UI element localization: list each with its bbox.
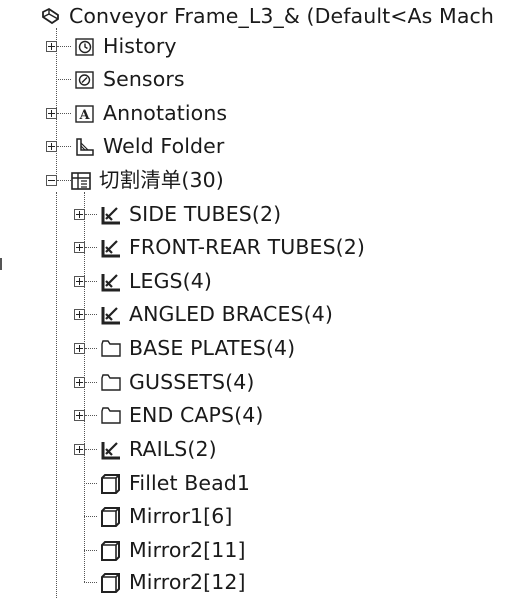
cut-list-item-mirror1-6[interactable]: Mirror1[6]: [74, 500, 232, 533]
body-icon: [100, 506, 122, 528]
tree-item-label: Mirror1[6]: [129, 504, 233, 528]
cut-list-item-mirror2-11[interactable]: Mirror2[11]: [74, 534, 246, 567]
panel-edge-mark: [0, 258, 2, 270]
expand-toggle[interactable]: [46, 41, 57, 52]
tree-root-item[interactable]: Conveyor Frame_L3_& (Default<As Mach: [40, 0, 494, 33]
cut-list-item-rails[interactable]: RAILS(2): [74, 433, 217, 466]
tree-root-label: Conveyor Frame_L3_& (Default<As Mach: [69, 4, 494, 28]
expand-toggle[interactable]: [74, 276, 85, 287]
tree-item-label: Sensors: [103, 67, 185, 91]
expand-toggle[interactable]: [74, 410, 85, 421]
tree-item-label: GUSSETS(4): [129, 370, 255, 394]
structural-member-icon: [100, 271, 122, 293]
cut-list-icon: [70, 170, 92, 192]
part-icon: [40, 6, 62, 28]
body-icon: [100, 572, 122, 594]
body-icon: [100, 540, 122, 562]
expand-toggle[interactable]: [46, 141, 57, 152]
feature-manager-tree: Conveyor Frame_L3_& (Default<As Mach His…: [0, 0, 526, 598]
cut-list-item-legs[interactable]: LEGS(4): [74, 265, 212, 298]
structural-member-icon: [100, 304, 122, 326]
expand-toggle[interactable]: [74, 377, 85, 388]
structural-member-icon: [100, 439, 122, 461]
history-icon: [74, 36, 96, 58]
folder-icon: [100, 405, 122, 427]
folder-icon: [100, 372, 122, 394]
tree-item-label: Mirror2[12]: [129, 570, 246, 594]
expand-toggle[interactable]: [74, 209, 85, 220]
tree-item-cut-list[interactable]: 切割清单(30): [46, 164, 224, 197]
tree-item-label: 切割清单(30): [99, 168, 224, 192]
tree-item-history[interactable]: History: [46, 30, 177, 63]
tree-item-label: History: [103, 34, 177, 58]
tree-item-label: END CAPS(4): [129, 403, 264, 427]
structural-member-icon: [100, 204, 122, 226]
cut-list-item-mirror2-12[interactable]: Mirror2[12]: [74, 566, 246, 599]
collapse-toggle[interactable]: [46, 175, 57, 186]
cut-list-item-side-tubes[interactable]: SIDE TUBES(2): [74, 198, 281, 231]
cut-list-item-gussets[interactable]: GUSSETS(4): [74, 366, 254, 399]
body-icon: [100, 473, 122, 495]
tree-item-sensors[interactable]: Sensors: [46, 63, 185, 96]
expand-toggle[interactable]: [46, 108, 57, 119]
cut-list-item-fillet-bead1[interactable]: Fillet Bead1: [74, 467, 250, 500]
tree-item-label: BASE PLATES(4): [129, 336, 296, 360]
expand-toggle[interactable]: [74, 444, 85, 455]
tree-item-label: SIDE TUBES(2): [129, 202, 282, 226]
annotations-icon: A: [74, 103, 96, 125]
tree-item-label: FRONT-REAR TUBES(2): [129, 235, 366, 259]
cut-list-item-end-caps[interactable]: END CAPS(4): [74, 399, 263, 432]
tree-item-label: Annotations: [103, 101, 228, 125]
cut-list-item-base-plates[interactable]: BASE PLATES(4): [74, 332, 295, 365]
tree-item-label: LEGS(4): [129, 269, 213, 293]
tree-item-label: ANGLED BRACES(4): [129, 302, 333, 326]
sensors-icon: [74, 69, 96, 91]
expand-toggle[interactable]: [74, 242, 85, 253]
expand-toggle[interactable]: [74, 343, 85, 354]
tree-line-root-lower: [56, 192, 57, 598]
tree-item-annotations[interactable]: A Annotations: [46, 97, 227, 130]
weld-folder-icon: [74, 136, 96, 158]
expand-toggle[interactable]: [74, 309, 85, 320]
tree-item-label: Weld Folder: [103, 134, 225, 158]
cut-list-item-front-rear-tubes[interactable]: FRONT-REAR TUBES(2): [74, 231, 365, 264]
folder-icon: [100, 338, 122, 360]
tree-item-weld-folder[interactable]: Weld Folder: [46, 130, 224, 163]
tree-item-label: Fillet Bead1: [129, 471, 251, 495]
tree-item-label: RAILS(2): [129, 437, 217, 461]
tree-item-label: Mirror2[11]: [129, 538, 246, 562]
svg-text:A: A: [78, 108, 90, 123]
cut-list-item-angled-braces[interactable]: ANGLED BRACES(4): [74, 298, 333, 331]
structural-member-icon: [100, 237, 122, 259]
